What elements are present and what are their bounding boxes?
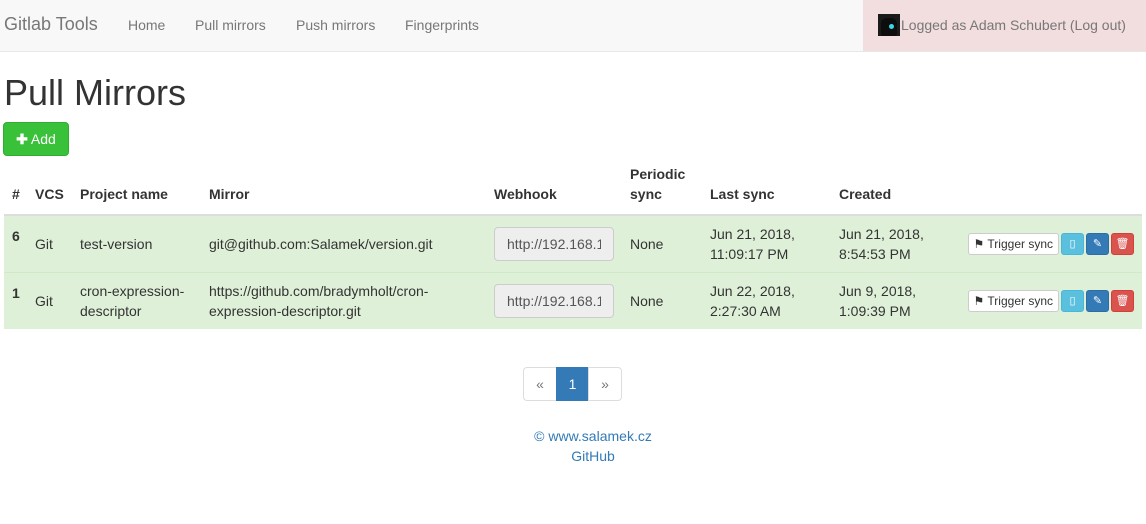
webhook-input[interactable] xyxy=(494,283,614,318)
trash-icon: 🗑 xyxy=(1115,237,1130,250)
trigger-sync-button[interactable]: ⚑ Trigger sync xyxy=(967,289,1059,312)
row-last-sync: Jun 22, 2018, 2:27:30 AM xyxy=(702,271,831,329)
pagination-prev[interactable]: « xyxy=(523,367,557,401)
trigger-sync-button[interactable]: ⚑ Trigger sync xyxy=(967,232,1059,255)
edit-button[interactable]: ✎ xyxy=(1086,289,1109,312)
header-actions xyxy=(951,156,1142,216)
table-row: 1 Git cron-expression-descriptor https:/… xyxy=(4,271,1142,329)
trash-icon: 🗑 xyxy=(1115,294,1130,307)
nav-home[interactable]: Home xyxy=(128,17,165,33)
file-icon: ▯ xyxy=(1069,237,1076,250)
row-num: 6 xyxy=(4,214,27,272)
header-num: # xyxy=(4,156,27,216)
logout-link[interactable]: Logged as Adam Schubert (Log out) xyxy=(901,17,1126,33)
header-last-sync: Last sync xyxy=(702,156,831,216)
website-link[interactable]: © www.salamek.cz xyxy=(534,428,652,444)
row-num: 1 xyxy=(4,271,27,329)
row-periodic: None xyxy=(622,214,702,272)
delete-button[interactable]: 🗑 xyxy=(1111,232,1134,255)
header-periodic-sync: Periodic sync xyxy=(622,156,702,216)
pagination-next[interactable]: » xyxy=(588,367,622,401)
webhook-input[interactable] xyxy=(494,226,614,261)
footer: © www.salamek.cz GitHub xyxy=(0,426,1146,466)
header-webhook: Webhook xyxy=(486,156,622,216)
nav-fingerprints[interactable]: Fingerprints xyxy=(405,17,479,33)
log-button[interactable]: ▯ xyxy=(1061,289,1084,312)
edit-button[interactable]: ✎ xyxy=(1086,232,1109,255)
plus-icon: ✚ xyxy=(16,130,28,147)
header-project: Project name xyxy=(72,156,201,216)
trigger-sync-label: Trigger sync xyxy=(987,293,1053,308)
mirrors-table: # VCS Project name Mirror Webhook Period… xyxy=(4,156,1142,329)
row-project: cron-expression-descriptor xyxy=(72,271,201,329)
pencil-icon: ✎ xyxy=(1092,237,1103,250)
add-button-label: Add xyxy=(30,130,56,147)
row-webhook-cell xyxy=(486,271,622,329)
pagination-page-current[interactable]: 1 xyxy=(556,367,589,401)
signpost-icon: ⚑ xyxy=(973,236,985,251)
row-created: Jun 21, 2018, 8:54:53 PM xyxy=(831,214,951,272)
table-header-row: # VCS Project name Mirror Webhook Period… xyxy=(4,156,1142,216)
row-mirror: git@github.com:Salamek/version.git xyxy=(201,214,486,272)
row-actions: ⚑ Trigger sync ▯ ✎ 🗑 xyxy=(951,214,1142,272)
pencil-icon: ✎ xyxy=(1092,294,1103,307)
header-mirror: Mirror xyxy=(201,156,486,216)
row-created: Jun 9, 2018, 1:09:39 PM xyxy=(831,271,951,329)
navbar: Gitlab Tools Home Pull mirrors Push mirr… xyxy=(0,0,1146,52)
github-link[interactable]: GitHub xyxy=(571,448,615,464)
brand-link[interactable]: Gitlab Tools xyxy=(4,14,98,35)
row-vcs: Git xyxy=(27,271,72,329)
file-icon: ▯ xyxy=(1069,294,1076,307)
row-webhook-cell xyxy=(486,214,622,272)
nav-pull-mirrors[interactable]: Pull mirrors xyxy=(195,17,266,33)
nav-push-mirrors[interactable]: Push mirrors xyxy=(296,17,375,33)
page-title: Pull Mirrors xyxy=(4,72,187,113)
row-vcs: Git xyxy=(27,214,72,272)
row-periodic: None xyxy=(622,271,702,329)
add-button[interactable]: ✚ Add xyxy=(3,122,69,156)
trigger-sync-label: Trigger sync xyxy=(987,236,1053,251)
pagination: « 1 » xyxy=(523,367,622,401)
header-created: Created xyxy=(831,156,951,216)
row-last-sync: Jun 21, 2018, 11:09:17 PM xyxy=(702,214,831,272)
user-box: Logged as Adam Schubert (Log out) xyxy=(863,0,1146,51)
table-row: 6 Git test-version git@github.com:Salame… xyxy=(4,214,1142,272)
signpost-icon: ⚑ xyxy=(973,293,985,308)
row-mirror: https://github.com/bradymholt/cron-expre… xyxy=(201,271,486,329)
header-vcs: VCS xyxy=(27,156,72,216)
avatar xyxy=(878,14,900,36)
log-button[interactable]: ▯ xyxy=(1061,232,1084,255)
delete-button[interactable]: 🗑 xyxy=(1111,289,1134,312)
row-project: test-version xyxy=(72,214,201,272)
row-actions: ⚑ Trigger sync ▯ ✎ 🗑 xyxy=(951,271,1142,329)
